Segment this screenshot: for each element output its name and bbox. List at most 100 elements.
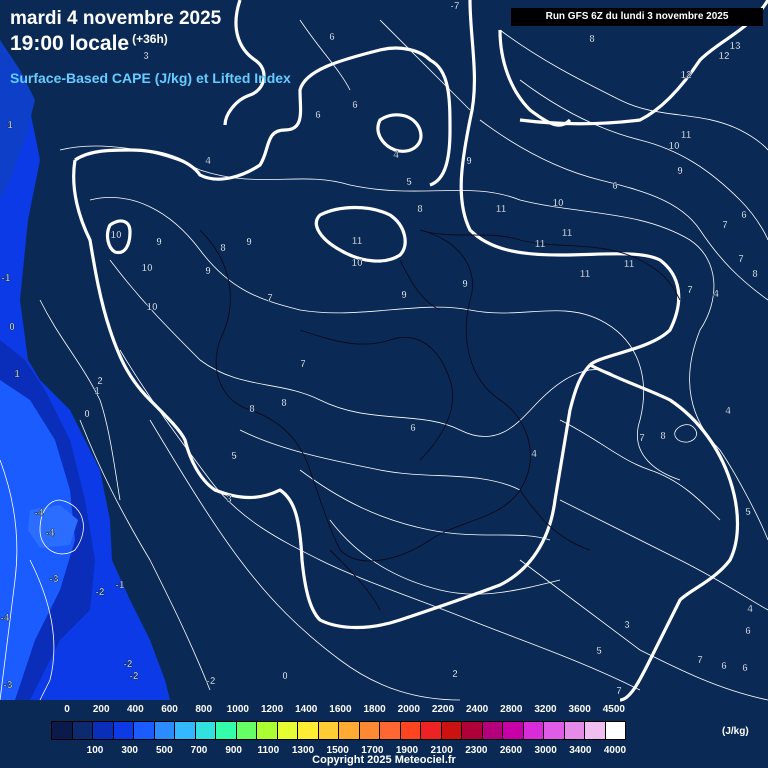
legend-swatch — [420, 721, 442, 740]
contour-label: 11 — [681, 130, 692, 141]
contour-label: 9 — [677, 166, 683, 177]
contour-label: -7 — [451, 1, 460, 12]
contour-label: 4 — [725, 406, 731, 417]
legend-swatch — [440, 721, 462, 740]
contour-label: 7 — [616, 686, 622, 697]
contour-label: 12 — [718, 51, 730, 62]
legend-top-tick: 200 — [92, 704, 110, 715]
contour-label: 12 — [680, 70, 692, 81]
legend-top-tick: 4500 — [602, 704, 625, 715]
contour-label: 8 — [660, 431, 666, 442]
cape-map: -763813121266111044995 6108 1167109 9811111… — [0, 0, 768, 768]
legend-swatch — [379, 721, 401, 740]
legend-top-tick: 2400 — [466, 704, 489, 715]
legend-top-tick: 1600 — [329, 704, 352, 715]
contour-label: 10 — [110, 230, 122, 241]
contour-label: 11 — [535, 239, 546, 250]
contour-label: 7 — [738, 254, 744, 265]
contour-label: 11 — [562, 228, 573, 239]
legend-bottom-tick: 1900 — [395, 745, 419, 756]
contour-label: 4 — [747, 604, 753, 615]
contour-label: 13 — [729, 41, 741, 52]
legend-swatch — [481, 721, 503, 740]
contour-label: 8 — [220, 243, 226, 254]
legend-swatch — [133, 721, 155, 740]
contour-label: -3 — [50, 574, 59, 585]
contour-label: -2 — [124, 659, 133, 670]
contour-label: 10 — [146, 302, 158, 313]
contour-label: 2 — [452, 669, 458, 680]
contour-label: 6 — [742, 663, 748, 674]
legend-bottom-tick: 1300 — [291, 745, 315, 756]
forecast-offset: (+36h) — [132, 32, 168, 46]
legend-swatch — [522, 721, 544, 740]
contour-label: 4 — [531, 449, 537, 460]
legend-top-tick: 0 — [64, 704, 70, 715]
contour-label: -2 — [207, 676, 216, 687]
legend-bottom-tick: 4000 — [603, 745, 627, 756]
legend-bottom-tick: 500 — [155, 745, 173, 756]
legend-bottom-tick: 3000 — [534, 745, 557, 756]
legend-swatch — [153, 721, 175, 740]
legend-swatch — [604, 721, 626, 740]
contour-label: 3 — [226, 494, 232, 505]
contour-label: 6 — [745, 626, 751, 637]
contour-label: -3 — [4, 680, 13, 691]
legend-swatch — [71, 721, 93, 740]
legend-top-tick: 400 — [127, 704, 144, 715]
legend-swatch — [461, 721, 483, 740]
contour-label: 6 — [410, 423, 416, 434]
legend-top-tick: 1000 — [226, 704, 249, 715]
contour-label: 3 — [624, 620, 630, 631]
contour-label: 10 — [552, 198, 564, 209]
contour-label: 10 — [351, 258, 363, 269]
legend-swatch — [194, 721, 216, 740]
contour-label: 9 — [205, 266, 211, 277]
contour-label: 11 — [624, 259, 635, 270]
contour-label: -4 — [46, 528, 55, 539]
forecast-time: 19:00 locale (+36h) — [10, 32, 168, 56]
contour-label: 11 — [496, 204, 507, 215]
contour-label: 7 — [300, 359, 306, 370]
forecast-date: mardi 4 novembre 2025 — [10, 8, 222, 29]
contour-label: 0 — [282, 671, 288, 682]
legend-top-tick: 1400 — [295, 704, 318, 715]
contour-label: 4 — [393, 150, 399, 161]
legend-bottom-tick: 900 — [225, 745, 242, 756]
legend-top-tick: 600 — [161, 704, 178, 715]
legend-swatch — [235, 721, 257, 740]
contour-label: 9 — [401, 290, 407, 301]
legend-swatch — [502, 721, 524, 740]
legend-swatch — [297, 721, 319, 740]
legend-top-tick: 3600 — [568, 704, 591, 715]
contour-label: 11 — [352, 236, 363, 247]
legend-bottom-tick: 1500 — [326, 745, 349, 756]
contour-label: 7 — [722, 220, 728, 231]
contour-label: 6 — [721, 661, 727, 672]
legend-top-tick: 2000 — [397, 704, 420, 715]
legend-swatch — [317, 721, 339, 740]
chart-stage: -7 6 3 8 13 12 12 6 6 11 10 4 4 9 9 5 6 10 8 11 6 7 10 9 9 8 11 11 1… — [0, 0, 768, 768]
contour-label: 8 — [281, 398, 287, 409]
contour-label: 7 — [267, 293, 273, 304]
contour-label: 6 — [741, 210, 747, 221]
legend-swatch — [358, 721, 380, 740]
contour-label: 1 — [7, 120, 13, 131]
legend-top-tick: 2200 — [431, 704, 455, 715]
legend-bottom-tick: 300 — [121, 745, 138, 756]
contour-label: 0 — [84, 409, 90, 420]
contour-label: 1 — [94, 386, 100, 397]
copyright-text: Copyright 2025 Meteociel.fr — [312, 754, 456, 766]
legend-bottom-tick: 3400 — [569, 745, 592, 756]
legend-bottom-tick: 2100 — [430, 745, 453, 756]
contour-label: -1 — [116, 580, 125, 591]
contour-label: -2 — [96, 587, 105, 598]
legend-bottom-tick: 2300 — [465, 745, 488, 756]
legend-top-tick: 2800 — [500, 704, 523, 715]
legend-swatch — [399, 721, 421, 740]
contour-label: 10 — [668, 141, 680, 152]
contour-label: 6 — [352, 100, 358, 111]
legend-swatch — [543, 721, 565, 740]
contour-label: 8 — [752, 269, 758, 280]
legend-swatch — [276, 721, 298, 740]
